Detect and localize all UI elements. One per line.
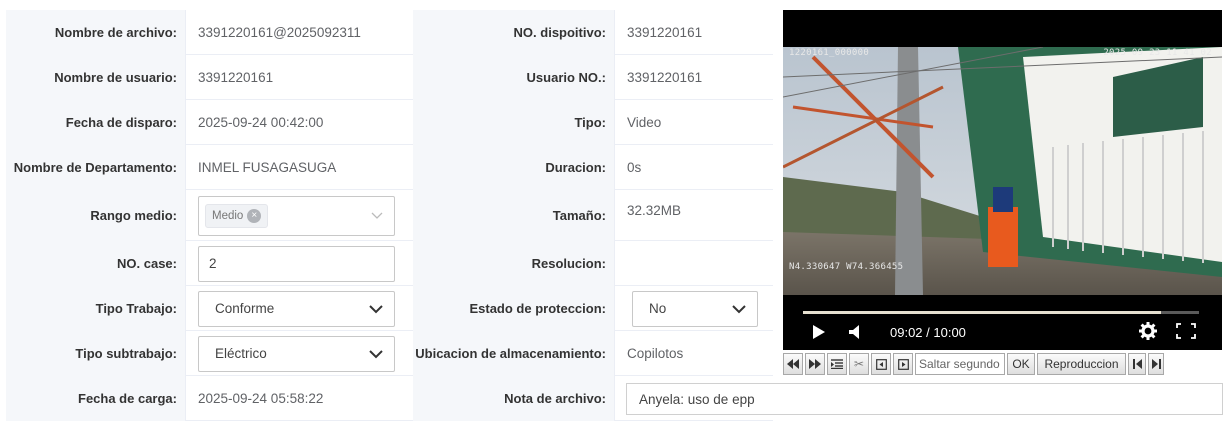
value-department: INMEL FUSAGASUGA (198, 160, 337, 175)
osd-timestamp: 2025 09 23 11 41 02 (1103, 48, 1212, 58)
value-filename: 3391220161@2025092311 (198, 25, 361, 40)
value-user-no: 3391220161 (627, 70, 703, 85)
video-area[interactable]: 1220161_000000 2025 09 23 11 41 02 N4.33… (783, 10, 1222, 350)
ok-button[interactable]: OK (1007, 353, 1035, 375)
label-department: Nombre de Departamento: (6, 145, 186, 190)
row-case-no: NO. case: 2 Resolucion: (6, 241, 773, 286)
row-subwork-type: Tipo subtrabajo: Eléctrico Ubicacion de … (6, 331, 773, 376)
value-upload-date: 2025-09-24 05:58:22 (198, 391, 324, 406)
scissors-icon[interactable]: ✂ (849, 353, 869, 375)
label-trigger-date: Fecha de disparo: (6, 100, 186, 145)
label-range: Rango medio: (6, 190, 186, 241)
work-type-cell: Conforme (186, 286, 413, 331)
row-trigger-date: Fecha de disparo: 2025-09-24 00:42:00 Ti… (6, 100, 773, 145)
label-duration: Duracion: (413, 145, 615, 190)
range-cell: Medio × (186, 190, 413, 241)
playback-button[interactable]: Reproduccion (1037, 353, 1126, 375)
progress-fill (803, 311, 1161, 314)
label-username: Nombre de usuario: (6, 55, 186, 100)
label-case-no: NO. case: (6, 241, 186, 286)
seek-seconds-input[interactable]: Saltar segundo (915, 353, 1005, 375)
osd-device-id: 1220161_000000 (789, 48, 870, 58)
label-protection-status: Estado de proteccion: (413, 286, 615, 331)
gear-icon[interactable] (1139, 322, 1157, 340)
label-resolution: Resolucion: (413, 241, 615, 286)
label-subwork-type: Tipo subtrabajo: (6, 331, 186, 376)
chevron-down-icon (732, 304, 746, 313)
rewind-icon[interactable] (783, 353, 803, 375)
work-type-select[interactable]: Conforme (198, 290, 395, 327)
chevron-down-icon (369, 349, 383, 358)
label-user-no: Usuario NO.: (413, 55, 615, 100)
play-icon[interactable] (812, 324, 826, 340)
value-username: 3391220161 (198, 70, 274, 85)
protection-cell: No (615, 286, 773, 331)
range-tag-label: Medio (212, 209, 244, 222)
osd-gps: N4.330647 W74.366455 (789, 262, 904, 272)
prev-frame-icon[interactable] (871, 353, 891, 375)
file-note-input[interactable]: Anyela: uso de epp (626, 383, 1223, 415)
value-resolution (615, 241, 773, 286)
label-device-no: NO. dispoitivo: (413, 10, 615, 55)
player-toolbar: ✂ Saltar segundo OK Reproduccion (783, 352, 1227, 376)
case-no-cell: 2 (186, 241, 413, 286)
chevron-down-icon (369, 304, 383, 313)
label-work-type: Tipo Trabajo: (6, 286, 186, 331)
tag-remove-icon[interactable]: × (247, 208, 262, 223)
work-type-value: Conforme (215, 301, 275, 316)
skip-end-icon[interactable] (1148, 353, 1164, 375)
label-upload-date: Fecha de carga: (6, 376, 186, 421)
row-work-type: Tipo Trabajo: Conforme Estado de protecc… (6, 286, 773, 331)
skip-start-icon[interactable] (1128, 353, 1146, 375)
progress-bar[interactable] (803, 311, 1199, 314)
fast-forward-icon[interactable] (805, 353, 825, 375)
row-range: Rango medio: Medio × Tamaño: 32.32MB (6, 190, 773, 241)
list-icon[interactable] (827, 353, 847, 375)
value-storage-location: Copilotos (627, 346, 684, 361)
value-size: 32.32MB (627, 203, 682, 218)
row-username: Nombre de usuario: 3391220161 Usuario NO… (6, 55, 773, 100)
label-storage-location: Ubicacion de almacenamiento: (413, 331, 615, 376)
value-device-no: 3391220161 (627, 25, 703, 40)
value-trigger-date: 2025-09-24 00:42:00 (198, 115, 324, 130)
label-size: Tamaño: (413, 190, 615, 241)
subwork-type-value: Eléctrico (215, 346, 267, 361)
range-select[interactable]: Medio × (198, 195, 395, 236)
chevron-down-icon (371, 212, 383, 219)
row-department: Nombre de Departamento: INMEL FUSAGASUGA… (6, 145, 773, 190)
subwork-type-cell: Eléctrico (186, 331, 413, 376)
next-frame-icon[interactable] (893, 353, 913, 375)
fullscreen-icon[interactable] (1176, 323, 1196, 339)
video-player: 1220161_000000 2025 09 23 11 41 02 N4.33… (783, 10, 1227, 376)
label-filename: Nombre de archivo: (6, 10, 186, 55)
row-filename: Nombre de archivo: 3391220161@2025092311… (6, 10, 773, 55)
volume-icon[interactable] (848, 324, 862, 340)
video-frame (783, 47, 1222, 295)
value-type: Video (627, 115, 662, 130)
case-no-input[interactable]: 2 (198, 245, 395, 282)
value-duration: 0s (627, 160, 642, 175)
protection-status-select[interactable]: No (632, 290, 758, 327)
label-type: Tipo: (413, 100, 615, 145)
protection-status-value: No (649, 301, 667, 316)
label-file-note: Nota de archivo: (413, 376, 615, 421)
range-tag: Medio × (205, 203, 269, 228)
time-display: 09:02 / 10:00 (890, 325, 966, 340)
subwork-type-select[interactable]: Eléctrico (198, 335, 395, 372)
